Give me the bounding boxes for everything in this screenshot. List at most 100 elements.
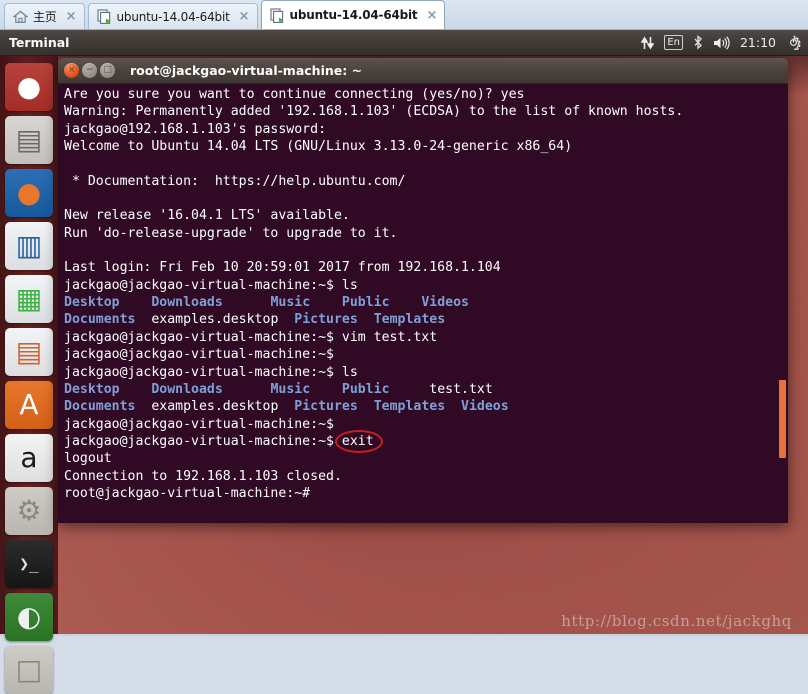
terminal-line: jackgao@jackgao-virtual-machine:~$ bbox=[64, 346, 788, 363]
firefox-icon: ● bbox=[17, 179, 41, 207]
directory-name: Music bbox=[270, 295, 310, 310]
terminal-text-segment bbox=[64, 156, 72, 171]
directory-name: Templates bbox=[374, 312, 445, 327]
launcher-item-ubuntu-dash[interactable]: ● bbox=[5, 63, 53, 111]
panel-indicator-tray: En 21:10 bbox=[641, 35, 808, 50]
panel-app-title[interactable]: Terminal bbox=[9, 35, 69, 50]
terminal-text-segment: jackgao@jackgao-virtual-machine:~$ bbox=[64, 417, 334, 432]
window-maximize-button[interactable]: □ bbox=[100, 63, 115, 78]
system-settings-icon: ⚙ bbox=[16, 497, 41, 525]
vm-tab-bar: 主页×ubuntu-14.04-64bit×ubuntu-14.04-64bit… bbox=[0, 0, 808, 30]
vm-tab-1[interactable]: ubuntu-14.04-64bit × bbox=[88, 3, 258, 29]
launcher-item-amazon[interactable]: a bbox=[5, 434, 53, 482]
volume-icon[interactable] bbox=[713, 36, 730, 50]
ubuntu-dash-icon: ● bbox=[17, 73, 41, 101]
terminal-scrollbar-thumb[interactable] bbox=[779, 380, 786, 458]
terminal-text-segment: logout bbox=[64, 451, 112, 466]
libreoffice-impress-icon: ▤ bbox=[16, 338, 42, 366]
vm-tab-label: ubuntu-14.04-64bit bbox=[290, 8, 418, 22]
terminal-titlebar[interactable]: × − □ root@jackgao-virtual-machine: ~ bbox=[58, 58, 788, 84]
terminal-line: Last login: Fri Feb 10 20:59:01 2017 fro… bbox=[64, 259, 788, 276]
terminal-line: jackgao@jackgao-virtual-machine:~$ ls bbox=[64, 364, 788, 381]
launcher-item-files[interactable]: ▤ bbox=[5, 116, 53, 164]
terminal-text-segment bbox=[64, 243, 72, 258]
directory-name: Pictures bbox=[294, 399, 358, 414]
terminal-text-segment: jackgao@192.168.1.103's password: bbox=[64, 122, 326, 137]
window-close-button[interactable]: × bbox=[64, 63, 79, 78]
launcher-item-libreoffice-writer[interactable]: ▥ bbox=[5, 222, 53, 270]
directory-name: Videos bbox=[421, 295, 469, 310]
window-minimize-button[interactable]: − bbox=[82, 63, 97, 78]
terminal-line: * Documentation: https://help.ubuntu.com… bbox=[64, 173, 788, 190]
vm-tab-2[interactable]: ubuntu-14.04-64bit × bbox=[261, 0, 446, 29]
terminal-line: jackgao@jackgao-virtual-machine:~$ exit bbox=[64, 433, 788, 450]
maximize-icon: □ bbox=[103, 66, 112, 75]
terminal-text-segment bbox=[120, 382, 152, 397]
terminal-line: Welcome to Ubuntu 14.04 LTS (GNU/Linux 3… bbox=[64, 138, 788, 155]
terminal-line: Documents examples.desktop Pictures Temp… bbox=[64, 398, 788, 415]
directory-name: Downloads bbox=[151, 295, 222, 310]
terminal-output-area[interactable]: Are you sure you want to continue connec… bbox=[58, 84, 788, 523]
terminal-text-segment: * Documentation: https://help.ubuntu.com… bbox=[64, 174, 405, 189]
directory-name: Pictures bbox=[294, 312, 358, 327]
keyboard-layout-indicator[interactable]: En bbox=[664, 35, 683, 50]
terminal-text-segment: examples.desktop bbox=[135, 312, 294, 327]
ubuntu-software-center-icon: A bbox=[19, 391, 38, 419]
terminal-line: jackgao@jackgao-virtual-machine:~$ bbox=[64, 416, 788, 433]
terminal-text-segment: jackgao@jackgao-virtual-machine:~$ bbox=[64, 347, 334, 362]
launcher-item-libreoffice-impress[interactable]: ▤ bbox=[5, 328, 53, 376]
terminal-text-segment: Run 'do-release-upgrade' to upgrade to i… bbox=[64, 226, 397, 241]
launcher-item-system-settings[interactable]: ⚙ bbox=[5, 487, 53, 535]
terminal-text-segment: Are you sure you want to continue connec… bbox=[64, 87, 525, 102]
virtual-machine-icon bbox=[97, 9, 112, 24]
launcher-item-workspace-switcher[interactable]: ◐ bbox=[5, 593, 53, 641]
terminal-text-segment bbox=[223, 382, 271, 397]
terminal-text: Are you sure you want to continue connec… bbox=[64, 86, 788, 502]
directory-name: Music bbox=[270, 382, 310, 397]
bluetooth-icon[interactable] bbox=[693, 35, 703, 50]
terminal-line: Run 'do-release-upgrade' to upgrade to i… bbox=[64, 225, 788, 242]
terminal-text-segment: jackgao@jackgao-virtual-machine:~$ exit bbox=[64, 434, 374, 449]
terminal-window-title: root@jackgao-virtual-machine: ~ bbox=[130, 63, 362, 78]
tab-close-icon[interactable]: × bbox=[426, 9, 437, 22]
terminal-text-segment: jackgao@jackgao-virtual-machine:~$ vim t… bbox=[64, 330, 437, 345]
virtual-machine-icon bbox=[270, 8, 285, 23]
directory-name: Desktop bbox=[64, 382, 120, 397]
directory-name: Public bbox=[342, 295, 390, 310]
launcher-item-trash[interactable]: □ bbox=[5, 646, 53, 694]
workspace-switcher-icon: ◐ bbox=[17, 603, 41, 631]
terminal-text-segment: jackgao@jackgao-virtual-machine:~$ ls bbox=[64, 365, 358, 380]
terminal-text-segment: Connection to 192.168.1.103 closed. bbox=[64, 469, 342, 484]
launcher-item-libreoffice-calc[interactable]: ▦ bbox=[5, 275, 53, 323]
amazon-icon: a bbox=[20, 444, 37, 472]
close-icon: × bbox=[68, 66, 76, 75]
terminal-line: Desktop Downloads Music Public test.txt bbox=[64, 381, 788, 398]
terminal-line: jackgao@jackgao-virtual-machine:~$ ls bbox=[64, 277, 788, 294]
terminal-text-segment: root@jackgao-virtual-machine:~# bbox=[64, 486, 310, 501]
vm-tab-label: ubuntu-14.04-64bit bbox=[117, 10, 230, 24]
directory-name: Templates bbox=[374, 399, 445, 414]
terminal-line bbox=[64, 190, 788, 207]
gear-power-icon[interactable] bbox=[786, 35, 801, 50]
launcher-item-firefox[interactable]: ● bbox=[5, 169, 53, 217]
panel-clock[interactable]: 21:10 bbox=[740, 35, 776, 50]
unity-launcher: ●▤●▥▦▤Aa⚙❯_◐□ bbox=[0, 56, 58, 634]
directory-name: Desktop bbox=[64, 295, 120, 310]
terminal-window[interactable]: × − □ root@jackgao-virtual-machine: ~ Ar… bbox=[58, 58, 788, 523]
terminal-line: Are you sure you want to continue connec… bbox=[64, 86, 788, 103]
terminal-text-segment: jackgao@jackgao-virtual-machine:~$ ls bbox=[64, 278, 358, 293]
tab-close-icon[interactable]: × bbox=[66, 10, 77, 23]
network-updown-icon[interactable] bbox=[641, 36, 654, 50]
terminal-text-segment bbox=[120, 295, 152, 310]
tab-close-icon[interactable]: × bbox=[239, 10, 250, 23]
launcher-item-terminal[interactable]: ❯_ bbox=[5, 540, 53, 588]
directory-name: Documents bbox=[64, 312, 135, 327]
terminal-text-segment: examples.desktop bbox=[135, 399, 294, 414]
terminal-text-segment bbox=[358, 312, 374, 327]
libreoffice-calc-icon: ▦ bbox=[16, 285, 42, 313]
files-icon: ▤ bbox=[16, 126, 42, 154]
launcher-item-ubuntu-software-center[interactable]: A bbox=[5, 381, 53, 429]
vm-tab-0[interactable]: 主页× bbox=[4, 3, 85, 29]
trash-icon: □ bbox=[16, 656, 42, 684]
terminal-line: Connection to 192.168.1.103 closed. bbox=[64, 468, 788, 485]
